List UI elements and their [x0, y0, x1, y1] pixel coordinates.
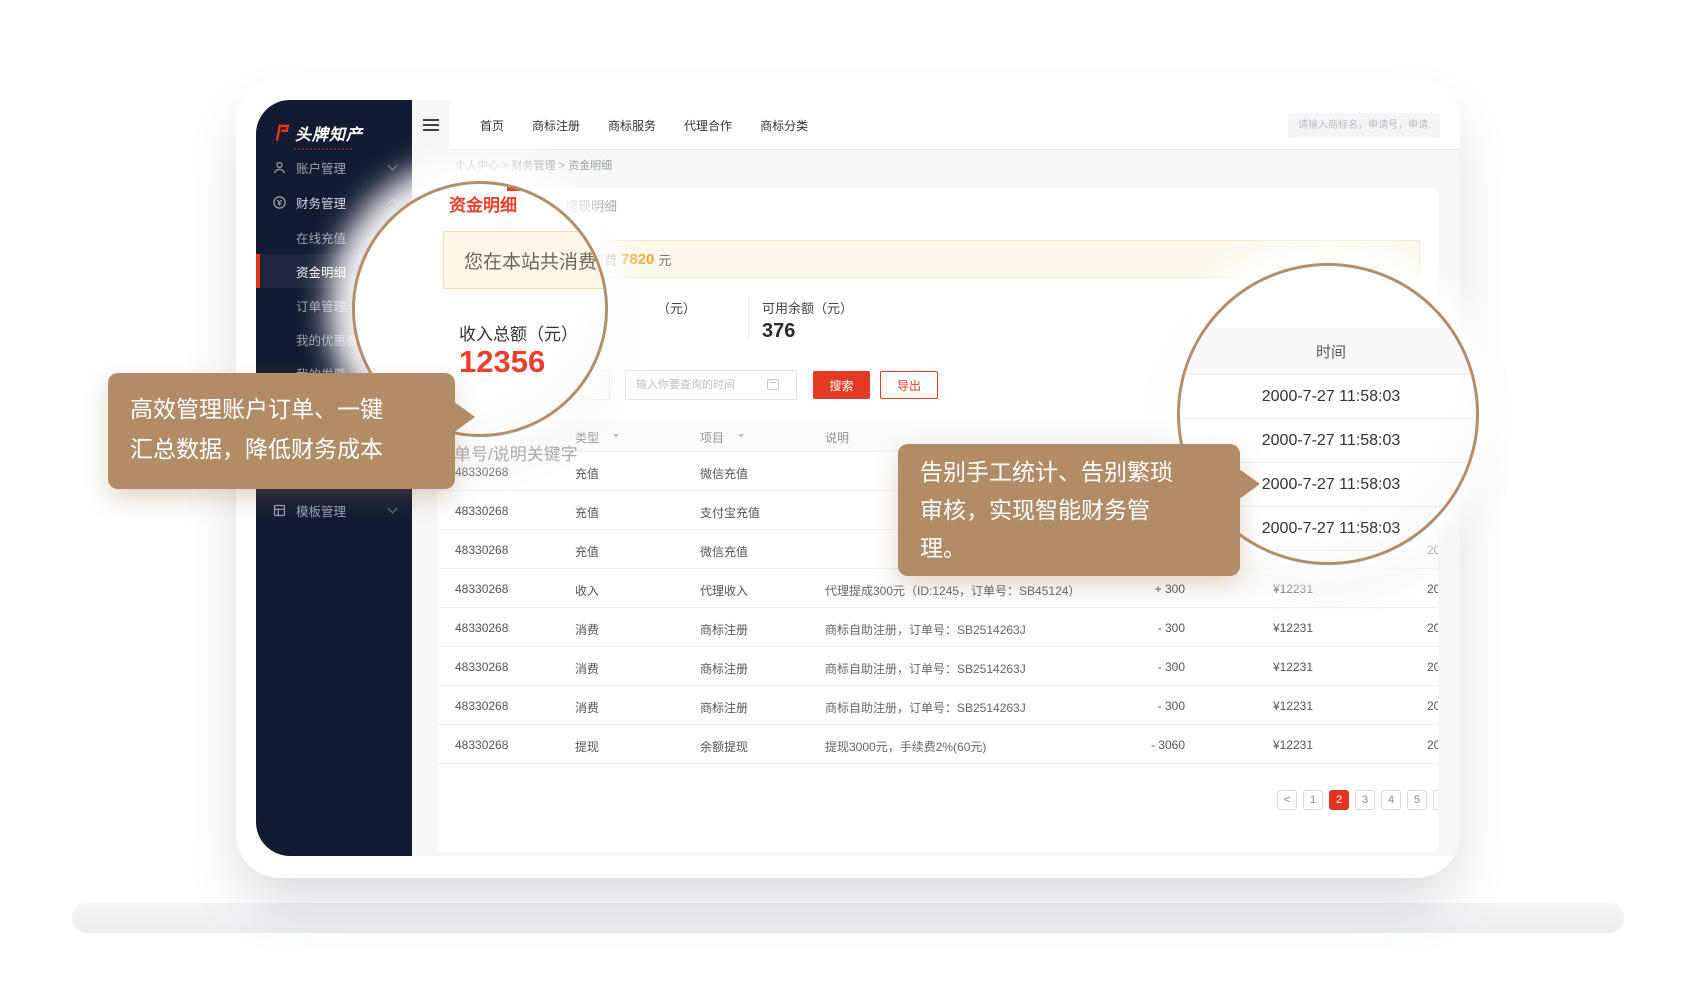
brand-name: 头牌知产 — [295, 121, 363, 145]
user-icon — [272, 160, 287, 175]
callout-left: 高效管理账户订单、一键 汇总数据，降低财务成本 — [108, 373, 455, 489]
table-row[interactable]: 48330268消费商标注册商标自助注册，订单号：SB2514263J- 300… — [437, 686, 1438, 725]
page: 头牌知产 账户管理 财务管理 — [0, 0, 1696, 1002]
pagination-page-partial[interactable] — [1433, 790, 1438, 810]
trademark-search-input[interactable] — [1288, 113, 1440, 138]
sidebar-item-finance[interactable]: 财务管理 — [256, 185, 412, 219]
callout-right: 告别手工统计、告别繁琐 审核，实现智能财务管 理。 — [898, 444, 1240, 576]
sidebar-item-label: 我的优惠券 — [296, 330, 359, 349]
column-header-desc: 说明 — [825, 429, 849, 446]
balance-value: 376 — [762, 320, 795, 343]
nav-link-home[interactable]: 首页 — [480, 117, 504, 134]
sidebar-item-label: 订单管理 — [296, 296, 346, 315]
sidebar-item-label: 财务管理 — [296, 193, 346, 212]
balance-label: 可用余额（元） — [762, 298, 853, 317]
hamburger-menu-icon[interactable] — [412, 100, 450, 150]
sort-caret-icon[interactable] — [738, 434, 744, 438]
callout-arrow-right-icon — [453, 401, 475, 433]
logo[interactable]: 头牌知产 — [272, 116, 402, 150]
table-row[interactable]: 48330268提现余额提现提现3000元，手续费2%(60元)- 3060¥1… — [437, 725, 1438, 764]
pagination-page-4[interactable]: 4 — [1381, 790, 1401, 810]
calendar-icon[interactable] — [767, 379, 779, 390]
notice-suffix: 元 — [658, 250, 671, 269]
top-navbar: 首页 商标注册 商标服务 代理合作 商标分类 — [412, 100, 1460, 150]
column-header-type[interactable]: 类型 — [575, 429, 599, 446]
pagination: < 1 2 3 4 5 — [437, 790, 1438, 812]
template-icon — [272, 503, 287, 518]
callout-right-line1: 告别手工统计、告别繁琐 — [920, 453, 1218, 491]
laptop-base — [72, 903, 1624, 933]
nav-link-trademark-register[interactable]: 商标注册 — [532, 117, 580, 134]
sidebar-item-templates[interactable]: 模板管理 — [256, 493, 412, 527]
sidebar-item-label: 账户管理 — [296, 158, 346, 177]
column-header-project[interactable]: 项目 — [700, 429, 724, 446]
callout-right-line3: 理。 — [920, 529, 1218, 567]
breadcrumb: 个人中心 > 财务管理 > 资金明细 — [455, 157, 612, 173]
pagination-page-1[interactable]: 1 — [1303, 790, 1323, 810]
sidebar-item-label: 资金明细 — [296, 262, 346, 281]
chevron-up-icon — [388, 199, 398, 209]
export-button[interactable]: 导出 — [880, 371, 938, 399]
brand-logo-icon — [272, 124, 290, 142]
callout-right-line2: 审核，实现智能财务管 — [920, 491, 1218, 529]
table-row[interactable]: 48330268消费商标注册商标自助注册，订单号：SB2514263J- 300… — [437, 647, 1438, 686]
magnified-keyword-placeholder-text: 订单号/说明关键字 — [437, 440, 578, 465]
stat-divider — [748, 296, 749, 340]
pagination-page-2-active[interactable]: 2 — [1329, 790, 1349, 810]
sidebar-item-account[interactable]: 账户管理 — [256, 150, 412, 184]
active-indicator — [256, 254, 260, 288]
pagination-page-5[interactable]: 5 — [1407, 790, 1427, 810]
middle-stat-label: （元） — [657, 298, 696, 317]
notice-amount: 7820 — [621, 251, 654, 268]
nav-link-trademark-category[interactable]: 商标分类 — [760, 117, 808, 134]
callout-left-line1: 高效管理账户订单、一键 — [130, 389, 433, 429]
search-button[interactable]: 搜索 — [813, 371, 870, 399]
chevron-down-icon — [388, 504, 398, 514]
pagination-prev-button[interactable]: < — [1277, 790, 1297, 810]
callout-left-line2: 汇总数据，降低财务成本 — [130, 429, 433, 469]
sidebar-item-label: 模板管理 — [296, 501, 346, 520]
chevron-down-icon — [388, 161, 398, 171]
callout-arrow-right-icon — [1238, 468, 1260, 500]
sidebar-item-label: 在线充值 — [296, 228, 346, 247]
pagination-page-3[interactable]: 3 — [1355, 790, 1375, 810]
table-row[interactable]: 48330268消费商标注册商标自助注册，订单号：SB2514263J- 300… — [437, 608, 1438, 647]
nav-link-agency[interactable]: 代理合作 — [684, 117, 732, 134]
nav-links: 首页 商标注册 商标服务 代理合作 商标分类 — [450, 100, 808, 150]
nav-link-trademark-service[interactable]: 商标服务 — [608, 117, 656, 134]
finance-icon — [272, 195, 287, 210]
sort-caret-icon[interactable] — [613, 434, 619, 438]
tab-withdraw-details[interactable]: 提现明细 — [565, 196, 617, 215]
